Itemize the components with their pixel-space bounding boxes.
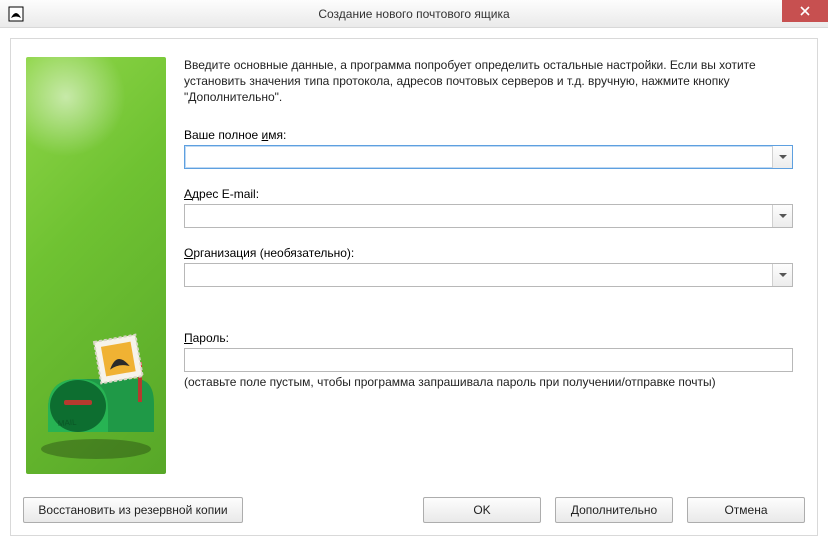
org-input-text[interactable] [190, 267, 770, 283]
close-button[interactable] [782, 0, 828, 22]
form-area: Введите основные данные, а программа поп… [172, 39, 817, 484]
org-input[interactable] [184, 263, 793, 287]
cancel-button[interactable]: Отмена [687, 497, 805, 523]
label-password: Пароль: [184, 331, 793, 345]
label-name: Ваше полное имя: [184, 128, 793, 142]
field-password: Пароль: (оставьте поле пустым, чтобы про… [184, 331, 793, 389]
intro-text: Введите основные данные, а программа поп… [184, 57, 793, 106]
restore-button[interactable]: Восстановить из резервной копии [23, 497, 243, 523]
field-org: Организация (необязательно): [184, 246, 793, 287]
email-input-text[interactable] [190, 208, 770, 224]
password-input[interactable] [184, 348, 793, 372]
app-icon [8, 6, 24, 22]
dialog-panel: MAIL Введите основные данные, а программ… [10, 38, 818, 536]
label-email: Адрес E-mail: [184, 187, 793, 201]
titlebar: Создание нового почтового ящика [0, 0, 828, 28]
chevron-down-icon[interactable] [772, 205, 792, 227]
label-org: Организация (необязательно): [184, 246, 793, 260]
password-hint: (оставьте поле пустым, чтобы программа з… [184, 375, 793, 389]
chevron-down-icon[interactable] [772, 264, 792, 286]
advanced-button[interactable]: Дополнительно [555, 497, 673, 523]
field-name: Ваше полное имя: [184, 128, 793, 169]
name-input[interactable] [184, 145, 793, 169]
svg-text:MAIL: MAIL [58, 418, 78, 428]
chevron-down-icon[interactable] [772, 146, 792, 168]
name-input-text[interactable] [190, 149, 770, 165]
sidebar-illustration: MAIL [26, 57, 166, 474]
field-email: Адрес E-mail: [184, 187, 793, 228]
mailbox-icon: MAIL [26, 324, 166, 464]
footer: Восстановить из резервной копии OK Допол… [11, 487, 817, 535]
email-input[interactable] [184, 204, 793, 228]
ok-button[interactable]: OK [423, 497, 541, 523]
window-title: Создание нового почтового ящика [0, 7, 828, 21]
